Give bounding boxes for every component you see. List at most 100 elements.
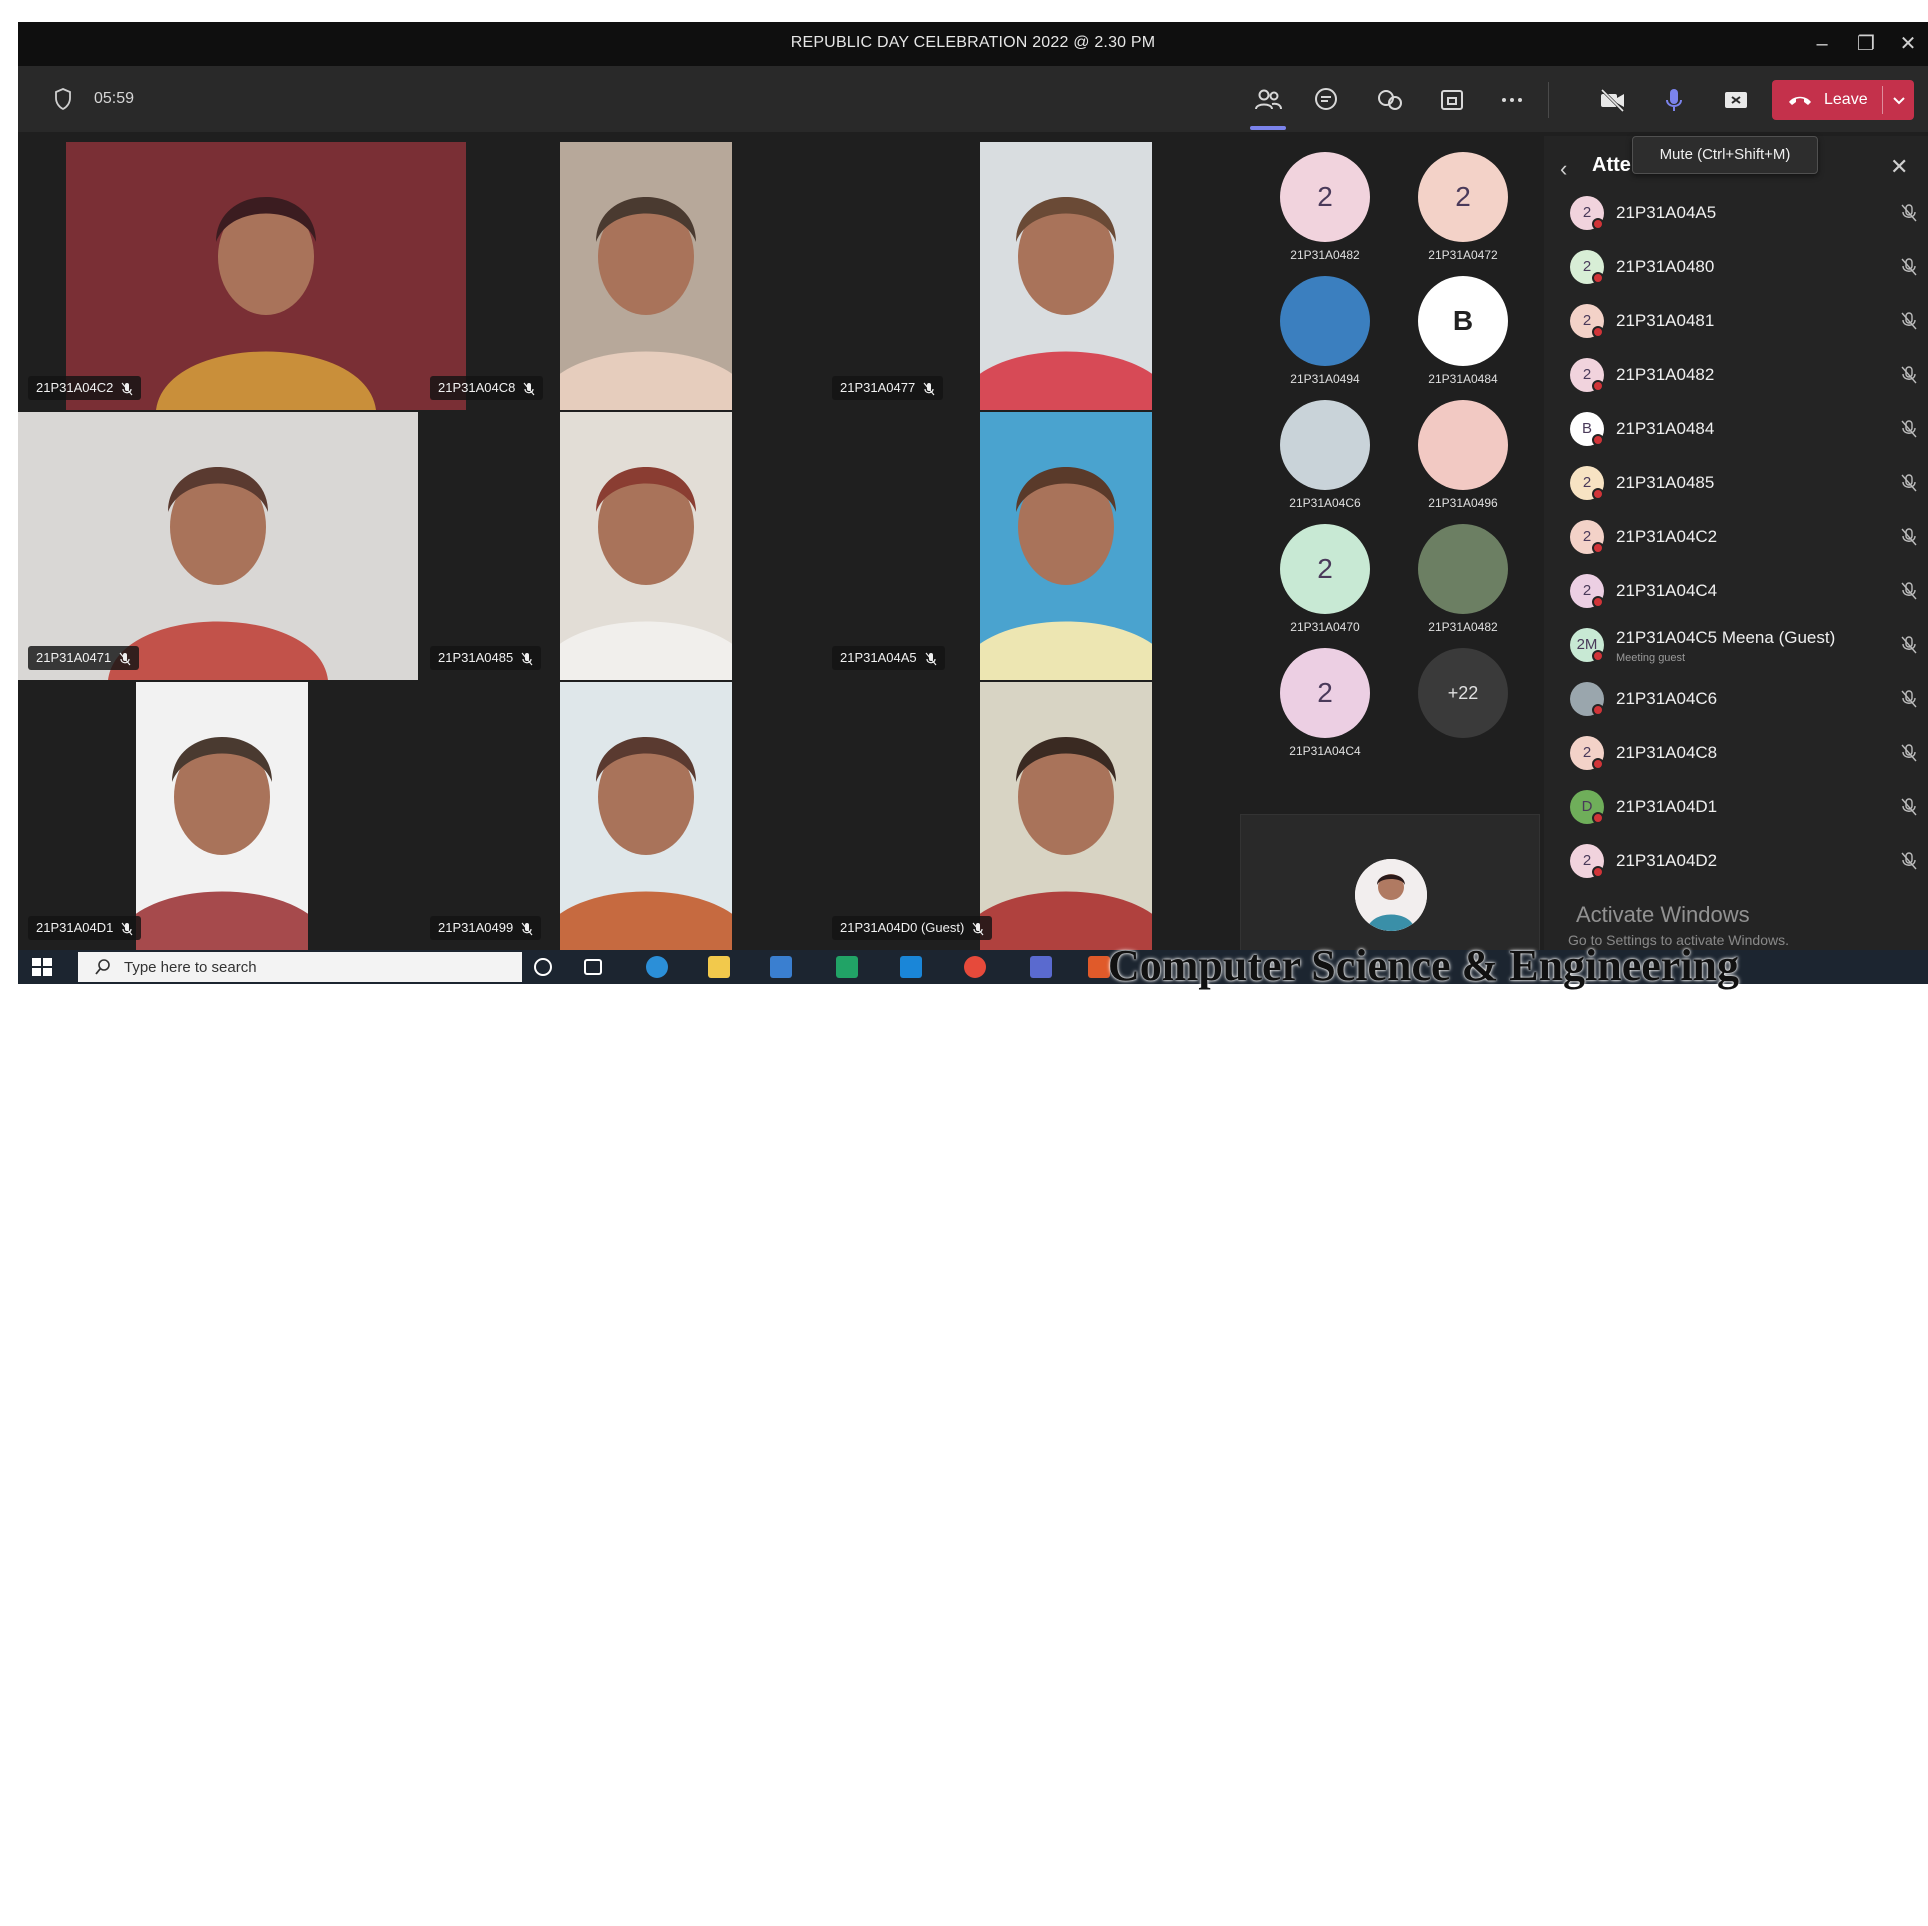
video-tile[interactable]: 21P31A04C2 [18,142,466,410]
reactions-button[interactable] [1374,84,1406,116]
attendee-name: 21P31A0482 [1616,365,1715,384]
chat-icon [1315,88,1337,110]
participant-avatar[interactable]: B 21P31A0484 [1398,276,1528,400]
video-tile[interactable]: 21P31A04D0 (Guest) [822,682,1224,950]
person-photo-icon [560,412,732,680]
mic-off-icon [1901,852,1917,870]
avatar-name: 21P31A0482 [1428,620,1498,634]
mic-off-icon [521,922,533,935]
status-dot [1592,704,1604,716]
taskbar-search-box[interactable]: Type here to search [78,952,522,982]
attendee-name: 21P31A0480 [1616,257,1715,276]
video-tile[interactable]: 21P31A04D1 [18,682,420,950]
minimize-button[interactable]: – [1802,30,1842,58]
participant-avatar[interactable]: 2 21P31A04C4 [1260,648,1390,772]
mic-button[interactable] [1658,84,1690,116]
video-tile[interactable]: 21P31A0477 [822,142,1224,410]
participant-avatar[interactable]: 2 21P31A0482 [1260,152,1390,276]
person-photo-icon [980,142,1152,410]
chat-button[interactable] [1310,84,1342,116]
attendee-initial: 2 [1582,366,1592,383]
mic-off-icon [1901,366,1917,384]
attendee-row[interactable]: 2 21P31A04A5 [1544,186,1928,240]
meeting-timer: 05:59 [94,90,135,107]
avatar-circle [1280,276,1370,366]
camera-button[interactable] [1596,84,1628,116]
participant-name-label: 21P31A0499 [430,916,542,940]
attendee-avatar: 2 [1570,304,1604,338]
close-window-button[interactable]: ✕ [1888,30,1928,58]
attendee-row[interactable]: 2 21P31A0481 [1544,294,1928,348]
participant-avatar[interactable]: 21P31A0494 [1260,276,1390,400]
attendee-row[interactable]: 2 21P31A04C4 [1544,564,1928,618]
attendee-row[interactable]: 2 21P31A04D2 [1544,834,1928,888]
attendee-avatar: 2 [1570,736,1604,770]
participant-avatar[interactable]: 2 21P31A0472 [1398,152,1528,276]
attendee-row[interactable]: 2 21P31A04C2 [1544,510,1928,564]
attendee-row[interactable]: 2 21P31A0480 [1544,240,1928,294]
participant-avatar[interactable]: 21P31A04C6 [1260,400,1390,524]
attendee-row[interactable]: 2 21P31A04C8 [1544,726,1928,780]
status-dot [1592,272,1604,284]
edge-icon[interactable] [646,956,668,978]
participant-avatar[interactable]: 2 21P31A0470 [1260,524,1390,648]
share-button[interactable] [1720,84,1752,116]
excel-icon[interactable] [836,956,858,978]
participant-avatar[interactable]: 21P31A0496 [1398,400,1528,524]
attendee-avatar: D [1570,790,1604,824]
attendee-row[interactable]: 2M 21P31A04C5 Meena (Guest) Meeting gues… [1544,618,1928,672]
person-photo-icon [980,682,1152,950]
participant-name-label: 21P31A0485 [430,646,542,670]
status-dot [1592,758,1604,770]
attendee-row[interactable]: B 21P31A0484 [1544,402,1928,456]
powerpoint-icon[interactable] [1088,956,1110,978]
chevron-down-icon[interactable] [1888,88,1910,112]
video-tile[interactable]: 21P31A0485 [420,412,822,680]
attendee-row[interactable]: 2 21P31A0482 [1544,348,1928,402]
attendee-row[interactable]: 21P31A04C6 [1544,672,1928,726]
rooms-button[interactable] [1436,84,1468,116]
search-placeholder: Type here to search [124,959,257,976]
participant-name: 21P31A04D0 (Guest) [840,920,965,935]
participant-name-label: 21P31A04C2 [28,376,142,400]
video-tile[interactable]: 21P31A0499 [420,682,822,950]
attendee-avatar [1570,682,1604,716]
windows-start-icon[interactable] [32,958,52,976]
leave-divider [1882,86,1883,114]
participant-name-label: 21P31A04D1 [28,916,142,940]
attendee-row[interactable]: 2 21P31A0485 [1544,456,1928,510]
video-tile[interactable]: 21P31A04A5 [822,412,1224,680]
video-tile[interactable]: 21P31A04C8 [420,142,822,410]
status-dot [1592,434,1604,446]
avatar-name: 21P31A0470 [1290,620,1360,634]
participant-name-label: 21P31A04C8 [430,376,544,400]
status-dot [1592,812,1604,824]
participant-video [18,412,418,680]
people-button[interactable] [1252,84,1284,116]
file-explorer-icon[interactable] [708,956,730,978]
more-participants-button[interactable]: +22 [1398,648,1528,772]
participant-avatar[interactable]: 21P31A0482 [1398,524,1528,648]
attendee-row[interactable]: D 21P31A04D1 [1544,780,1928,834]
notification-icon[interactable] [1912,1908,1928,1926]
attendee-avatar: 2 [1570,520,1604,554]
more-button[interactable] [1496,84,1528,116]
avatar-name: 21P31A0496 [1428,496,1498,510]
close-pane-icon[interactable]: ✕ [1890,154,1914,179]
app-icon[interactable] [1030,956,1052,978]
restore-button[interactable]: ❐ [1846,30,1886,58]
avatar-circle: B [1418,276,1508,366]
attendees-pane: ‹ Attendees ✕ 2 21P31A04A5 2 21P31A0480 … [1544,136,1928,984]
leave-button[interactable]: Leave [1772,80,1914,120]
participant-video [66,142,466,410]
back-arrow-icon[interactable]: ‹ [1560,156,1580,181]
cortana-icon[interactable] [534,958,552,976]
chrome-icon[interactable] [964,956,986,978]
task-view-icon[interactable] [584,959,602,975]
store-icon[interactable] [770,956,792,978]
person-photo-icon [18,412,418,680]
mail-icon[interactable] [900,956,922,978]
participant-name-label: 21P31A04D0 (Guest) [832,916,993,940]
activate-windows-watermark: Activate Windows [1576,902,1750,927]
video-tile[interactable]: 21P31A0471 [18,412,420,680]
